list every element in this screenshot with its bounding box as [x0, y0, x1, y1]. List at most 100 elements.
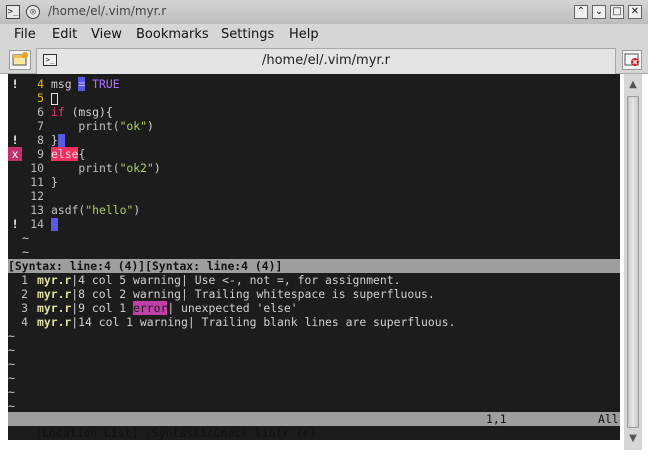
minimize-button[interactable]: ⌄: [592, 5, 606, 19]
vertical-scrollbar[interactable]: ▲ ▼: [624, 74, 642, 450]
line-number: 7: [37, 119, 44, 133]
line-number: 14: [30, 217, 44, 231]
trailing-whitespace-mark: [51, 218, 58, 231]
error-keyword: else: [51, 147, 79, 161]
string-literal: "ok": [119, 119, 148, 133]
error-label: error: [133, 301, 168, 315]
cursor-position: 1,1: [486, 412, 507, 426]
code-text: {: [78, 147, 86, 161]
line-number: 5: [37, 91, 44, 105]
empty-line-tilde: ~: [8, 371, 15, 385]
code-line-13: 13 asdf("hello"): [8, 203, 620, 217]
line-number: 4: [37, 77, 44, 91]
code-text: ): [133, 203, 141, 217]
code-line-9: x 9 else{: [8, 147, 620, 161]
error-sign: x: [8, 147, 22, 161]
tab-myr-r[interactable]: >_ /home/el/.vim/myr.r: [36, 48, 616, 74]
code-line-14: ! 14: [8, 217, 620, 231]
item-message: Use <-, not =, for assignment.: [187, 273, 401, 287]
code-line-5: 5: [8, 91, 620, 105]
scrollbar-handle[interactable]: [627, 96, 639, 428]
assign-operator: =: [78, 77, 86, 91]
menu-file[interactable]: File: [14, 27, 36, 42]
line-number: 13: [30, 203, 44, 217]
line-number: 9: [37, 147, 44, 161]
menubar: File Edit View Bookmarks Settings Help: [0, 24, 648, 46]
close-tab-button[interactable]: [622, 50, 642, 70]
empty-line-tilde: ~: [8, 385, 15, 399]
menu-settings[interactable]: Settings: [221, 27, 274, 42]
empty-line-tilde: ~: [8, 343, 15, 357]
code-line-11: 11}: [8, 175, 620, 189]
item-position: |8 col 2 warning|: [71, 287, 188, 301]
code-line-10: 10 print("ok2"): [8, 161, 620, 175]
close-tab-icon: [624, 53, 639, 66]
code-line-8: ! 8}: [8, 133, 620, 147]
maximize-button[interactable]: □: [610, 5, 624, 19]
line-number: 11: [30, 175, 44, 189]
item-number: 1: [21, 273, 28, 287]
warning-sign: !: [11, 77, 19, 91]
empty-line-tilde: ~: [22, 245, 29, 259]
editor-statusline: [Syntax: line:4 (4)][Syntax: line:4 (4)]: [8, 259, 620, 273]
scroll-position: All: [598, 412, 619, 426]
item-number: 3: [21, 301, 28, 315]
file-name: myr.r: [37, 287, 72, 301]
menu-bookmarks[interactable]: Bookmarks: [136, 27, 209, 42]
item-position: |9 col 1: [71, 301, 134, 315]
item-number: 2: [21, 287, 28, 301]
file-name: myr.r: [37, 315, 72, 329]
code-text: msg: [51, 77, 72, 91]
empty-line-tilde: ~: [8, 357, 15, 371]
line-number: 6: [37, 105, 44, 119]
string-literal: "hello": [85, 203, 134, 217]
menu-edit[interactable]: Edit: [52, 27, 77, 42]
file-name: myr.r: [37, 273, 72, 287]
warning-sign: !: [11, 217, 19, 231]
tab-label: /home/el/.vim/myr.r: [261, 53, 391, 68]
menu-view[interactable]: View: [91, 27, 122, 42]
item-message: unexpected 'else': [174, 301, 298, 315]
location-list-item[interactable]: 1 myr.r|4 col 5 warning| Use <-, not =, f…: [8, 273, 620, 287]
code-text: }: [51, 175, 58, 189]
location-list-item[interactable]: 2 myr.r|8 col 2 warning| Trailing whitesp…: [8, 287, 620, 301]
code-line-7: 7 print("ok"): [8, 119, 620, 133]
line-number: 8: [37, 133, 44, 147]
function-call: print(: [51, 119, 120, 133]
scroll-up-arrow-icon[interactable]: ▲: [626, 78, 640, 92]
keyword: if: [51, 105, 65, 119]
terminal-area[interactable]: ! 4 msg = TRUE 5 6 if (msg){ 7 print("ok") …: [8, 74, 620, 440]
location-list-item[interactable]: 3 myr.r|9 col 1 error| unexpected 'else': [8, 301, 620, 315]
function-call: print(: [51, 161, 120, 175]
location-list-item[interactable]: 4 myr.r|14 col 1 warning| Trailing blank …: [8, 315, 620, 329]
new-tab-button[interactable]: [9, 50, 31, 70]
empty-line-tilde: ~: [22, 231, 29, 245]
menu-help[interactable]: Help: [289, 27, 319, 42]
line-number: 10: [30, 161, 44, 175]
line-number: 12: [30, 189, 44, 203]
scroll-down-arrow-icon[interactable]: ▼: [626, 432, 640, 446]
pin-icon[interactable]: ◎: [26, 5, 40, 19]
item-message: Trailing whitespace is superfluous.: [187, 287, 435, 301]
code-line-4: ! 4 msg = TRUE: [8, 77, 620, 91]
location-list-statusline: [Location List] :SyntasticCheck lintr (r…: [8, 412, 620, 440]
warning-sign: !: [11, 133, 19, 147]
trailing-whitespace-mark: [57, 134, 65, 147]
code-text: }: [51, 133, 58, 147]
window-title: /home/el/.vim/myr.r: [48, 4, 167, 18]
code-line-6: 6 if (msg){: [8, 105, 620, 119]
item-position: |14 col 1 warning|: [71, 315, 195, 329]
empty-line-tilde: ~: [8, 399, 15, 413]
window-menu-icon[interactable]: >_: [6, 5, 20, 19]
code-value: TRUE: [92, 77, 120, 91]
empty-line-tilde: ~: [8, 329, 15, 343]
item-number: 4: [21, 315, 28, 329]
text-cursor: [51, 92, 58, 105]
shade-up-button[interactable]: ⌃: [574, 5, 588, 19]
file-name: myr.r: [37, 301, 72, 315]
code-text: ): [147, 119, 154, 133]
string-literal: "ok2": [119, 161, 154, 175]
close-window-button[interactable]: ✕: [628, 5, 642, 19]
item-message: Trailing blank lines are superfluous.: [194, 315, 456, 329]
window-titlebar[interactable]: >_ ◎ /home/el/.vim/myr.r ⌃ ⌄ □ ✕: [0, 0, 648, 24]
